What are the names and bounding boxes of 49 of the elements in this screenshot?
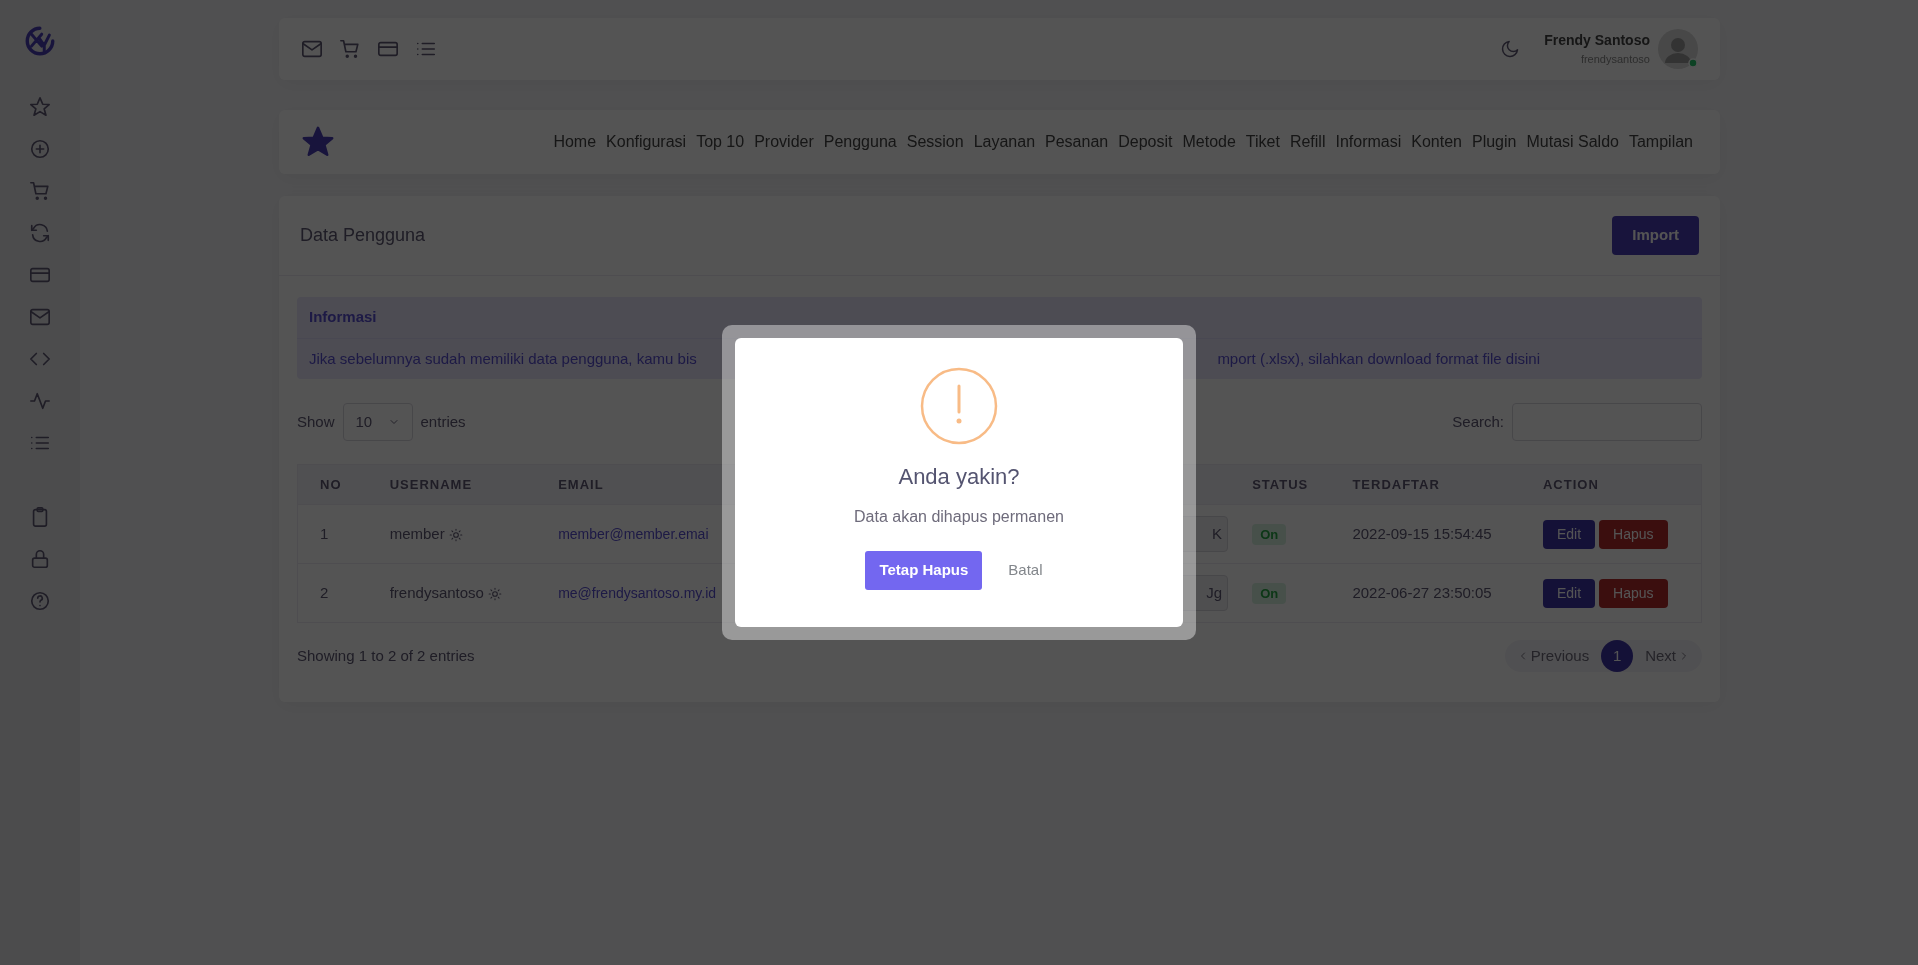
nav-link[interactable]: Top 10 — [691, 130, 750, 154]
edit-button[interactable]: Edit — [1542, 578, 1596, 608]
sun-icon — [487, 586, 502, 601]
plus-icon[interactable] — [29, 138, 51, 160]
moon-icon[interactable] — [1500, 39, 1521, 59]
activity-icon[interactable] — [29, 390, 51, 412]
nav-link[interactable]: Pengguna — [818, 130, 902, 154]
logo — [23, 24, 57, 58]
edit-button[interactable]: Edit — [1542, 519, 1596, 549]
nav-link[interactable]: Session — [901, 130, 969, 154]
status-badge: On — [1252, 523, 1287, 545]
delete-button[interactable]: Hapus — [1599, 519, 1668, 549]
star-icon — [301, 125, 335, 159]
nav-link[interactable]: Pesanan — [1040, 130, 1114, 154]
cancel-button[interactable]: Batal — [998, 551, 1053, 590]
mail-icon[interactable] — [301, 38, 323, 60]
email-link[interactable]: me@frendysantoso.my.id — [558, 584, 717, 601]
nav-link[interactable]: Plugin — [1467, 130, 1522, 154]
delete-button[interactable]: Hapus — [1599, 578, 1668, 608]
cart-icon[interactable] — [339, 38, 361, 60]
nav-link[interactable]: Informasi — [1330, 130, 1407, 154]
dialog-title: Anda yakin? — [898, 463, 1020, 491]
dialog-text: Data akan dihapus permanen — [854, 507, 1064, 527]
nav-link[interactable]: Layanan — [968, 130, 1041, 154]
nav-link[interactable]: Provider — [749, 130, 819, 154]
nav-link[interactable]: Konfigurasi — [601, 130, 692, 154]
nav-link[interactable]: Metode — [1177, 130, 1241, 154]
status-badge: On — [1252, 582, 1287, 604]
email-link[interactable]: member@member.emai — [558, 525, 709, 542]
nav-link[interactable]: Deposit — [1113, 130, 1178, 154]
lock-icon[interactable] — [29, 548, 51, 570]
page-button[interactable]: 1 — [1601, 640, 1634, 672]
help-icon[interactable] — [29, 590, 51, 612]
cart-icon[interactable] — [29, 180, 51, 202]
sun-icon — [448, 527, 463, 542]
import-button[interactable]: Import — [1612, 216, 1699, 255]
nav-link[interactable]: Tiket — [1240, 130, 1285, 154]
nav-link[interactable]: Konten — [1406, 130, 1467, 154]
mail-icon[interactable] — [29, 306, 51, 328]
sync-icon[interactable] — [29, 222, 51, 244]
confirm-button[interactable]: Tetap Hapus — [865, 551, 983, 590]
warning-icon — [919, 366, 999, 446]
nav-link[interactable]: Home — [548, 130, 602, 154]
nav-link[interactable]: Mutasi Saldo — [1521, 130, 1624, 154]
nav-link[interactable]: Tampilan — [1623, 130, 1698, 154]
user-name: Frendy Santoso — [1544, 31, 1650, 51]
star-icon[interactable] — [29, 96, 51, 118]
avatar[interactable] — [1658, 29, 1698, 69]
nav-link[interactable]: Refill — [1284, 130, 1331, 154]
